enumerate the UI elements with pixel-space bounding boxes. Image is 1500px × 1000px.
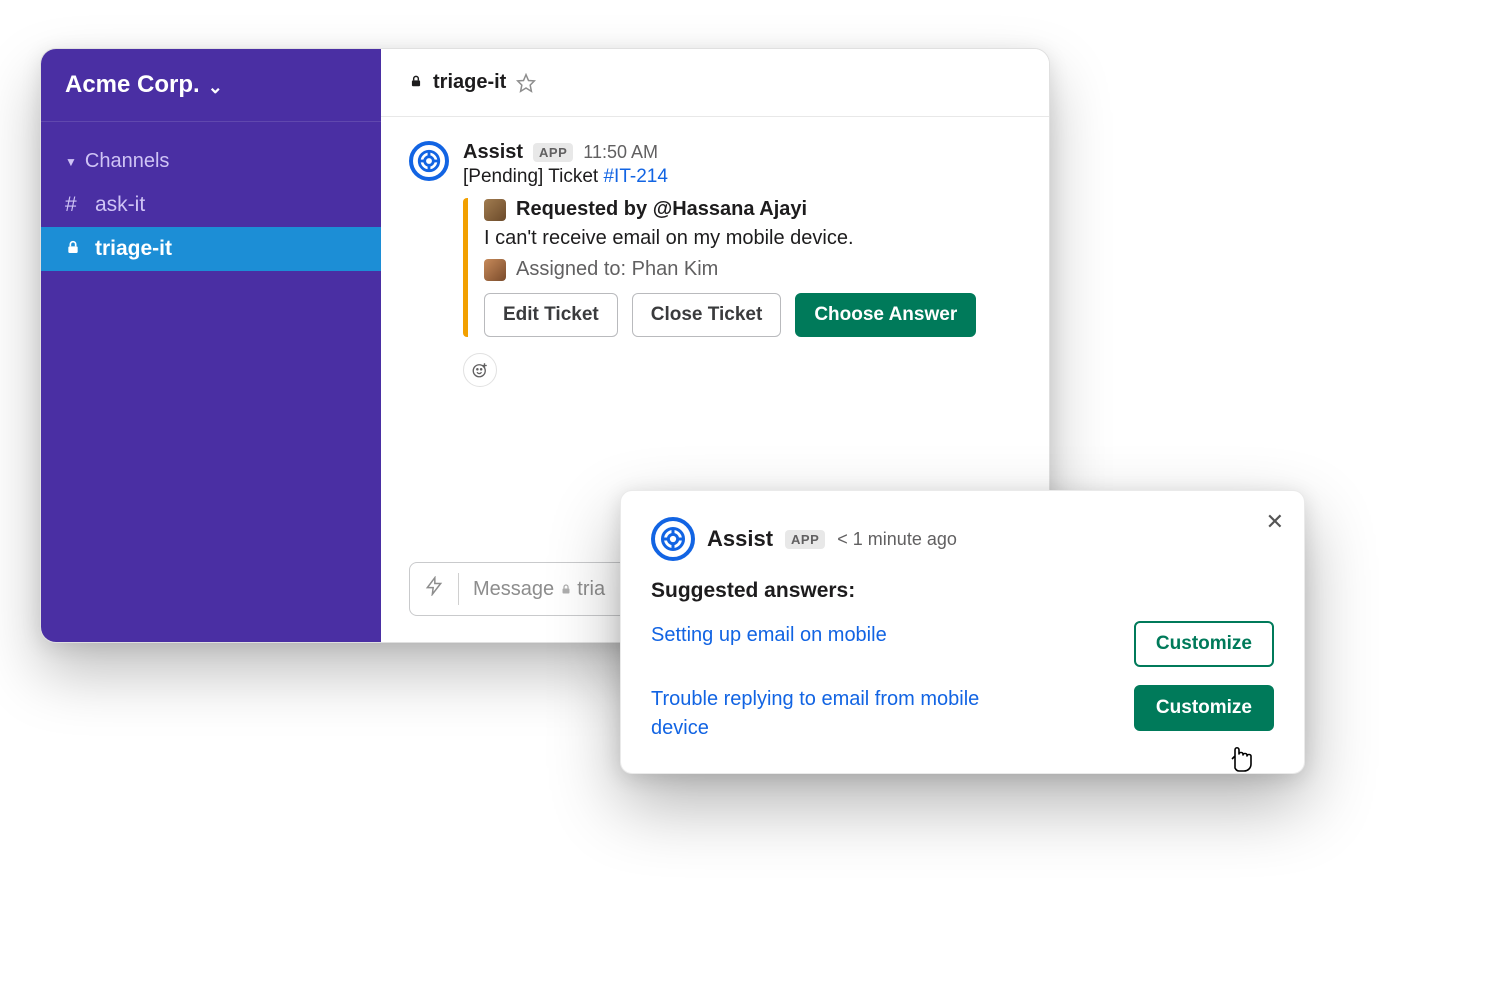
channel-header: triage-it [381,49,1049,117]
channel-triage-it[interactable]: triage-it [41,227,381,271]
message-subject: [Pending] Ticket #IT-214 [463,166,1021,188]
close-ticket-button[interactable]: Close Ticket [632,293,782,337]
suggested-answers-popup: ✕ Assist APP < 1 minute ago Suggested an… [620,490,1305,774]
channel-name: triage-it [95,237,172,261]
channels-label: Channels [85,150,170,173]
divider [458,573,459,604]
customize-button[interactable]: Customize [1134,685,1274,731]
status-prefix: [Pending] Ticket [463,166,603,187]
lock-icon [560,578,572,600]
answer-link[interactable]: Trouble replying to email from mobile de… [651,685,1031,743]
requester-avatar [484,199,506,221]
answer-row: Trouble replying to email from mobile de… [651,685,1274,743]
assigned-label: Assigned to: [516,258,632,280]
channel-name: ask-it [95,193,145,217]
workspace-switcher[interactable]: Acme Corp. ⌄ [41,49,381,122]
answer-row: Setting up email on mobile Customize [651,621,1274,667]
assignee-name: Phan Kim [632,258,719,280]
ticket-attachment: Requested by @Hassana Ajayi I can't rece… [463,198,1021,337]
ticket-link[interactable]: #IT-214 [603,166,667,187]
choose-answer-button[interactable]: Choose Answer [795,293,976,337]
requester-mention[interactable]: @Hassana Ajayi [653,198,807,220]
requested-by-label: Requested by [516,198,653,220]
message: Assist APP 11:50 AM [Pending] Ticket #IT… [409,141,1021,387]
channel-title: triage-it [433,71,506,94]
message-sender: Assist [463,141,523,164]
app-badge: APP [785,530,825,549]
popup-timestamp: < 1 minute ago [837,529,957,550]
app-badge: APP [533,143,573,162]
add-reaction-button[interactable] [463,353,497,387]
popup-heading: Suggested answers: [651,579,1274,603]
lightning-icon[interactable] [424,576,444,602]
message-timestamp: 11:50 AM [583,142,658,163]
lock-icon [409,71,423,94]
app-avatar [651,517,695,561]
edit-ticket-button[interactable]: Edit Ticket [484,293,618,337]
caret-down-icon: ▼ [65,155,77,169]
sidebar: Acme Corp. ⌄ ▼ Channels # ask-it triage-… [41,49,381,642]
channels-section-header[interactable]: ▼ Channels [41,122,381,183]
customize-button[interactable]: Customize [1134,621,1274,667]
chevron-down-icon: ⌄ [208,77,223,98]
star-icon[interactable] [516,73,536,93]
hash-icon: # [65,193,83,217]
assignee-avatar [484,259,506,281]
close-icon[interactable]: ✕ [1266,509,1284,535]
app-avatar [409,141,449,181]
lock-icon [65,237,83,261]
popup-sender: Assist [707,526,773,552]
ticket-body: I can't receive email on my mobile devic… [484,227,1021,250]
composer-placeholder: Message tria [473,578,605,601]
answer-link[interactable]: Setting up email on mobile [651,621,887,650]
workspace-name: Acme Corp. [65,71,200,99]
channel-ask-it[interactable]: # ask-it [41,183,381,227]
